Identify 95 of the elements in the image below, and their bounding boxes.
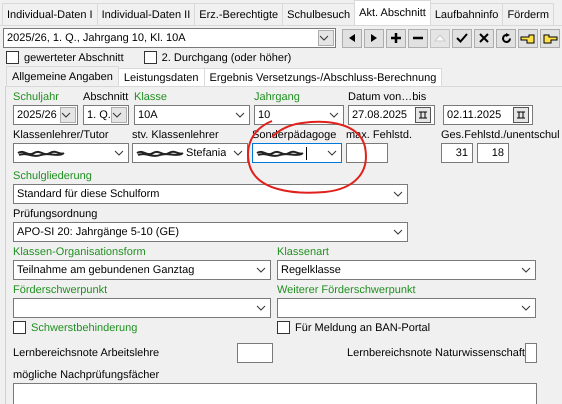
checkbox-label: gewerteter Abschnitt [24,52,124,64]
field-label: Lernbereichsnote Naturwissenschaft [347,347,525,359]
field-label: Klasse [134,90,168,105]
dropdown-field[interactable] [252,143,342,163]
number-field[interactable]: 31 [441,143,473,163]
dropdown-field[interactable]: Stefania [132,143,248,163]
close-icon [479,33,489,43]
refresh-icon [500,32,512,44]
dropdown-field[interactable]: Teilnahme am gebundenen Ganztag [13,260,271,280]
dropdown-caret-icon[interactable] [329,112,339,118]
dropdown-caret-icon[interactable] [256,267,266,273]
dropdown-field[interactable] [13,298,271,318]
text-field[interactable] [13,383,537,404]
checkbox-box[interactable] [13,321,26,334]
field-label: Klassenlehrer/Tutor [13,128,109,143]
field-label: Schulgliederung [13,169,92,184]
dropdown-caret-icon[interactable] [393,191,403,197]
toolbar-button[interactable] [452,28,472,48]
toolbar-button[interactable] [342,28,362,48]
left-triangle-icon [347,33,357,43]
dropdown-caret-icon[interactable] [61,112,71,118]
dropdown-field[interactable] [13,143,129,163]
field-label: Datum von…bis [348,90,426,105]
checkbox[interactable]: Für Meldung an BAN-Portal [277,321,536,334]
tab[interactable]: Förderm [502,3,554,25]
dropdown-caret-icon[interactable] [235,112,245,118]
field-label: Abschnitt [83,90,128,105]
calendar-icon[interactable] [513,107,529,123]
dropdown-caret-icon[interactable] [319,35,329,41]
toolbar-button[interactable] [540,28,560,48]
dropdown-field[interactable]: 2025/26 [13,105,78,125]
toolbar-button[interactable] [518,28,538,48]
dropdown-caret-icon[interactable] [114,150,124,156]
tab[interactable]: Akt. Abschnitt [354,0,431,25]
up-triangle-icon [434,34,446,42]
field-label: stv. Klassenlehrer [132,128,219,143]
checkbox-label: Für Meldung an BAN-Portal [295,322,430,334]
dropdown-field[interactable]: 10 [254,105,344,125]
checkbox-box[interactable] [6,51,19,64]
grade-field[interactable] [524,343,537,363]
dropdown-button[interactable] [318,30,334,46]
dropdown-field[interactable]: Regelklasse [277,260,536,280]
tab[interactable]: Allgemeine Angaben [6,66,119,86]
checkbox-label: 2. Durchgang (oder höher) [162,52,292,64]
dropdown-button[interactable] [111,107,127,123]
number-field[interactable] [346,143,388,163]
date-field[interactable]: 27.08.2025 [348,105,435,125]
tab[interactable]: Individual-Daten I [2,3,98,25]
toolbar-button[interactable] [496,28,516,48]
plus-icon [391,33,401,43]
checkbox-label: Schwerstbehinderung [31,322,138,334]
checkbox[interactable]: gewerteter Abschnitt [6,51,124,64]
field-label: mögliche Nachprüfungsfächer [13,369,160,381]
grade-field[interactable] [237,343,273,363]
calendar-icon[interactable] [415,107,431,123]
dropdown-field[interactable]: 10A [134,105,250,125]
pointing-hand-icon [542,32,558,44]
tab[interactable]: Ergebnis Versetzungs-/Abschluss-Berechnung [204,68,442,86]
field-label: Schuljahr [13,90,59,105]
pointing-hand-icon [520,32,536,44]
field-label: Lernbereichsnote Arbeitslehre [13,347,160,359]
dropdown-field[interactable]: Standard für diese Schulform [13,184,408,204]
toolbar-button[interactable] [364,28,384,48]
dropdown-caret-icon[interactable] [521,305,531,311]
record-dropdown[interactable]: 2025/26, 1. Q., Jahrgang 10, Kl. 10A [3,28,336,48]
field-label: Jahrgang [254,90,300,105]
checkbox[interactable]: 2. Durchgang (oder höher) [144,51,292,64]
dropdown-caret-icon[interactable] [393,229,403,235]
dropdown-field[interactable]: 1. Q. [83,105,129,125]
text-cursor [306,146,307,160]
toolbar-button[interactable] [408,28,428,48]
field-label: Prüfungsordnung [13,207,98,222]
field-label: Förderschwerpunkt [13,283,108,298]
dropdown-caret-icon[interactable] [327,150,337,156]
dropdown-field[interactable] [277,298,536,318]
field-label: Weiterer Förderschwerpunkt [277,283,416,298]
dropdown-button[interactable] [60,107,76,123]
dropdown-caret-icon[interactable] [521,267,531,273]
toolbar-button[interactable] [474,28,494,48]
right-triangle-icon [369,33,379,43]
field-label: Klassen-Organisationsform [13,245,146,260]
checkbox[interactable]: Schwerstbehinderung [13,321,271,334]
field-label: Klassenart [277,245,329,260]
dropdown-field[interactable]: APO-SI 20: Jahrgänge 5-10 (GE) [13,222,408,242]
checkbox-box[interactable] [144,51,157,64]
number-field[interactable]: 18 [477,143,509,163]
tab[interactable]: Leistungsdaten [118,68,205,86]
check-icon [456,33,468,43]
dropdown-caret-icon[interactable] [256,305,266,311]
dropdown-caret-icon[interactable] [112,112,122,118]
date-field[interactable]: 02.11.2025 [443,105,533,125]
field-label: Ges.Fehlstd./unentschul [441,128,560,143]
dropdown-caret-icon[interactable] [233,150,243,156]
checkbox-box[interactable] [277,321,290,334]
toolbar-button[interactable] [386,28,406,48]
